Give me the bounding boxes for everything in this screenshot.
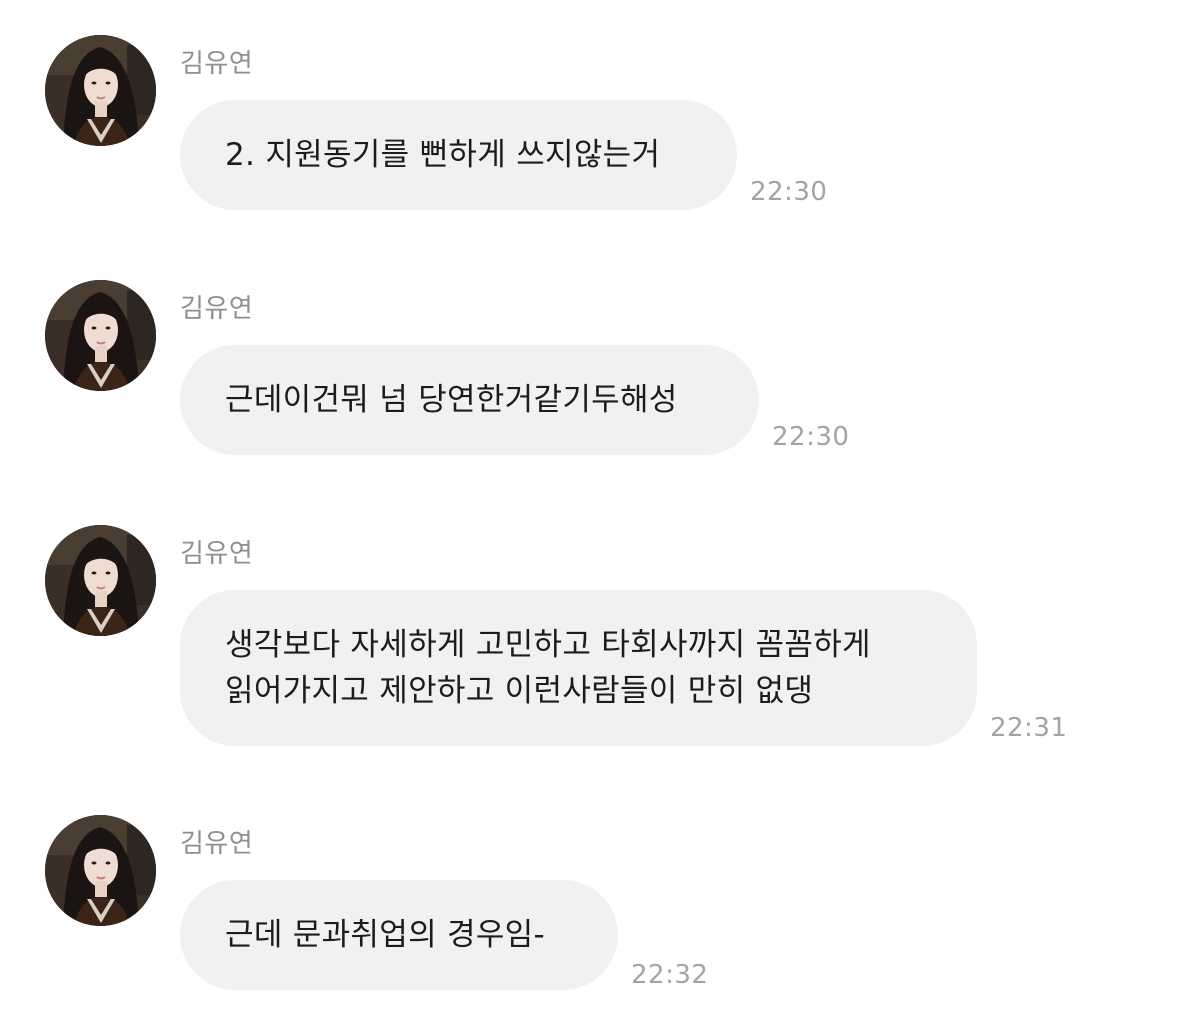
message-time: 22:30 xyxy=(772,422,850,452)
message-bubble[interactable]: 2. 지원동기를 뻔하게 쓰지않는거 xyxy=(180,100,737,210)
message-bubble[interactable]: 근데 문과취업의 경우임- xyxy=(180,880,618,990)
sender-name: 김유연 xyxy=(180,829,254,859)
chat-message: 김유연 생각보다 자세하게 고민하고 타회사까지 꼼꼼하게 읽어가지고 제안하고… xyxy=(0,525,1200,750)
message-time: 22:31 xyxy=(990,713,1068,743)
avatar-icon[interactable] xyxy=(45,525,156,636)
message-bubble[interactable]: 근데이건뭐 넘 당연한거같기두해성 xyxy=(180,345,759,455)
sender-name: 김유연 xyxy=(180,49,254,79)
message-text: 근데 문과취업의 경우임- xyxy=(225,917,545,953)
avatar-icon[interactable] xyxy=(45,280,156,391)
message-bubble[interactable]: 생각보다 자세하게 고민하고 타회사까지 꼼꼼하게 읽어가지고 제안하고 이런사… xyxy=(180,590,977,746)
chat-message: 김유연 근데 문과취업의 경우임- 22:32 xyxy=(0,815,1200,995)
message-time: 22:32 xyxy=(631,960,709,990)
chat-message: 김유연 2. 지원동기를 뻔하게 쓰지않는거 22:30 xyxy=(0,35,1200,215)
sender-name: 김유연 xyxy=(180,294,254,324)
avatar-icon[interactable] xyxy=(45,35,156,146)
message-text: 근데이건뭐 넘 당연한거같기두해성 xyxy=(225,382,678,418)
message-text: 2. 지원동기를 뻔하게 쓰지않는거 xyxy=(225,137,661,173)
sender-name: 김유연 xyxy=(180,539,254,569)
avatar-icon[interactable] xyxy=(45,815,156,926)
message-text: 생각보다 자세하게 고민하고 타회사까지 꼼꼼하게 읽어가지고 제안하고 이런사… xyxy=(225,627,871,709)
chat-message: 김유연 근데이건뭐 넘 당연한거같기두해성 22:30 xyxy=(0,280,1200,460)
message-time: 22:30 xyxy=(750,177,828,207)
